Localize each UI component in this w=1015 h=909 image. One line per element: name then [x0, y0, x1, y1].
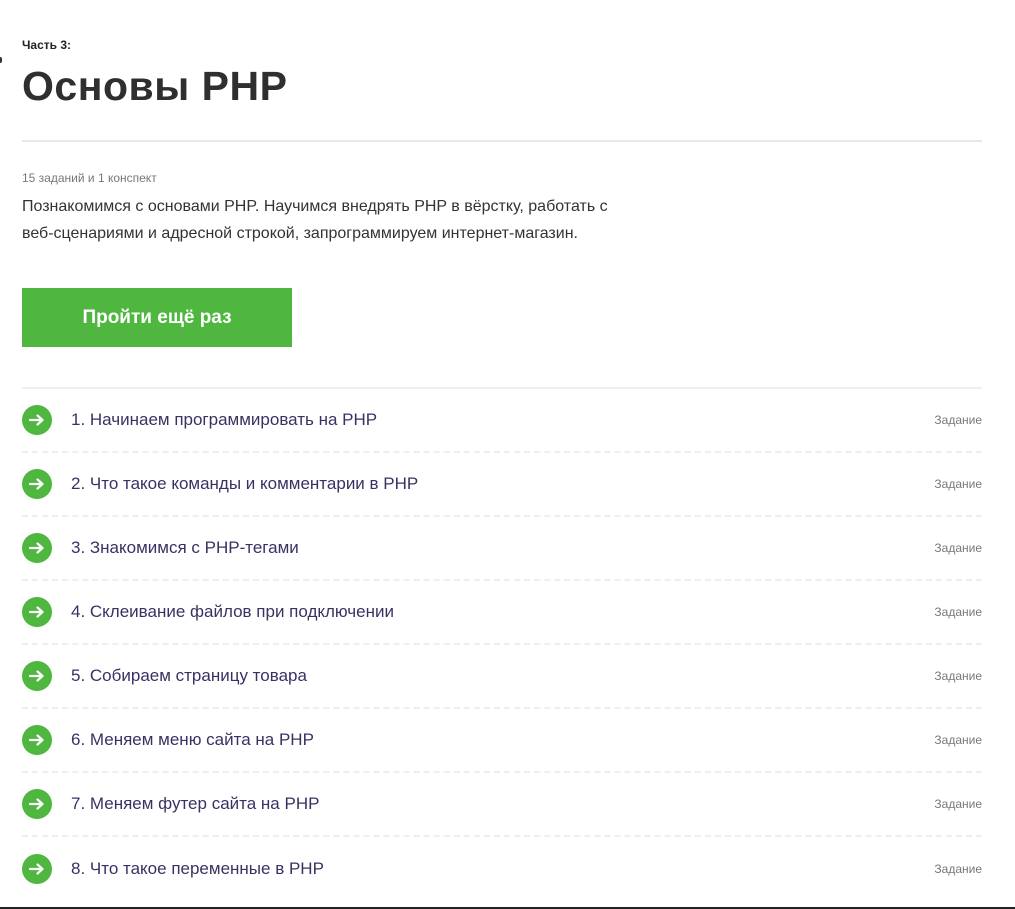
- arrow-right-icon: [22, 725, 52, 755]
- arrow-right-icon: [22, 597, 52, 627]
- page-title: Основы PHP: [22, 63, 288, 109]
- task-item[interactable]: 7. Меняем футер сайта на PHP Задание: [22, 773, 982, 837]
- task-title: 6. Меняем меню сайта на PHP: [71, 730, 314, 749]
- edge-mark: [0, 57, 2, 63]
- task-type: Задание: [934, 477, 982, 491]
- task-title: 5. Собираем страницу товара: [71, 666, 307, 685]
- task-type: Задание: [934, 862, 982, 876]
- title-divider: [22, 140, 982, 142]
- task-item[interactable]: 2. Что такое команды и комментарии в PHP…: [22, 453, 982, 517]
- task-title: 3. Знакомимся с PHP-тегами: [71, 538, 299, 557]
- task-title: 7. Меняем футер сайта на PHP: [71, 794, 320, 813]
- part-label: Часть 3:: [22, 38, 72, 52]
- arrow-right-icon: [22, 405, 52, 435]
- task-title: 1. Начинаем программировать на PHP: [71, 410, 378, 429]
- task-title: 8. Что такое переменные в PHP: [71, 859, 324, 878]
- task-type: Задание: [934, 605, 982, 619]
- task-type: Задание: [934, 797, 982, 811]
- arrow-right-icon: [22, 661, 52, 691]
- arrow-right-icon: [22, 854, 52, 884]
- task-type: Задание: [934, 541, 982, 555]
- retry-button[interactable]: Пройти ещё раз: [22, 288, 292, 347]
- task-item[interactable]: 5. Собираем страницу товара Задание: [22, 645, 982, 709]
- task-list: 1. Начинаем программировать на PHP Задан…: [22, 387, 982, 901]
- task-item[interactable]: 3. Знакомимся с PHP-тегами Задание: [22, 517, 982, 581]
- task-type: Задание: [934, 733, 982, 747]
- arrow-right-icon: [22, 533, 52, 563]
- part-description: Познакомимся с основами PHP. Научимся вн…: [22, 198, 608, 242]
- task-item[interactable]: 4. Склеивание файлов при подключении Зад…: [22, 581, 982, 645]
- task-type: Задание: [934, 669, 982, 683]
- arrow-right-icon: [22, 469, 52, 499]
- page: Часть 3: Основы PHP 15 заданий и 1 консп…: [0, 0, 1015, 909]
- tasks-count: 15 заданий и 1 конспект: [22, 171, 157, 185]
- course-part-section: Часть 3: Основы PHP 15 заданий и 1 консп…: [22, 36, 982, 901]
- task-item[interactable]: 6. Меняем меню сайта на PHP Задание: [22, 709, 982, 773]
- task-title: 2. Что такое команды и комментарии в PHP: [71, 474, 419, 493]
- task-type: Задание: [934, 413, 982, 427]
- task-item[interactable]: 1. Начинаем программировать на PHP Задан…: [22, 389, 982, 453]
- task-title: 4. Склеивание файлов при подключении: [71, 602, 394, 621]
- arrow-right-icon: [22, 789, 52, 819]
- task-item[interactable]: 8. Что такое переменные в PHP Задание: [22, 837, 982, 901]
